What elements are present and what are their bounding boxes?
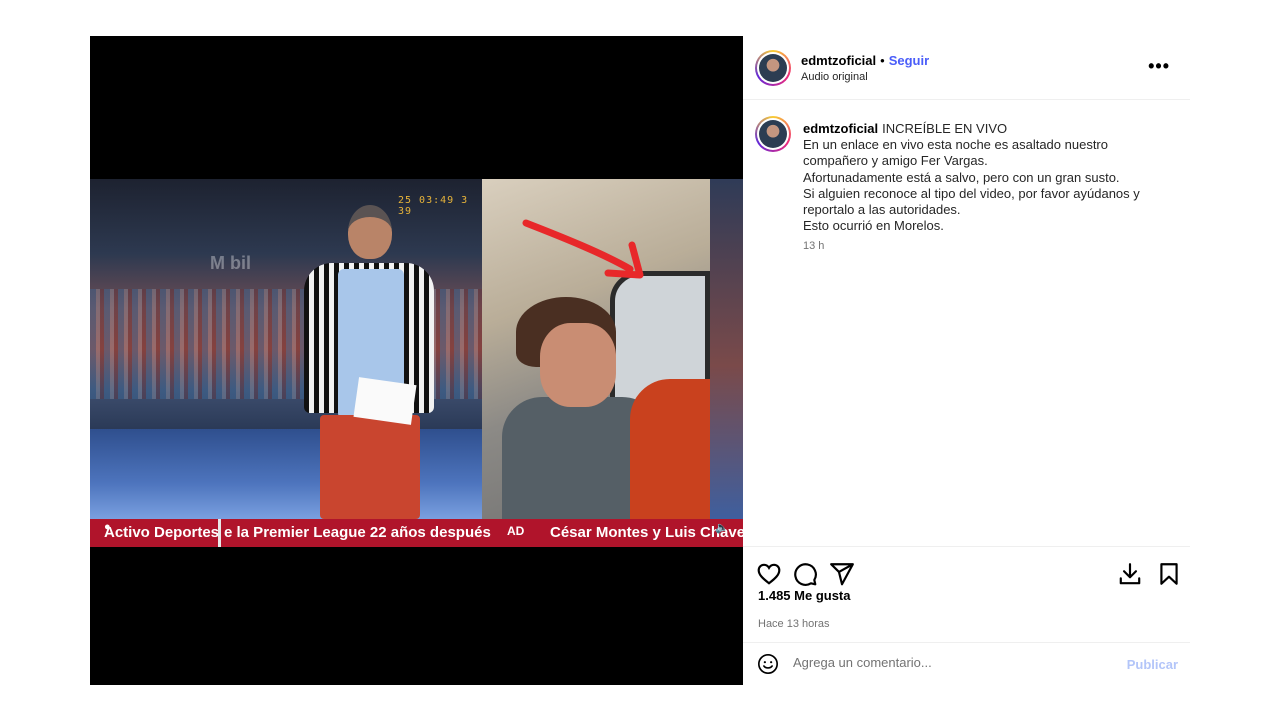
driver-figure bbox=[502, 297, 662, 519]
comment-input[interactable] bbox=[793, 655, 1113, 670]
video-frame[interactable]: 25 03:49 3 39 M bil Activo Deportes e la… bbox=[90, 179, 743, 547]
ticker-segment-2: e la Premier League 22 años después bbox=[224, 524, 491, 541]
presenter-head bbox=[348, 205, 392, 259]
studio-scene: 25 03:49 3 39 M bil bbox=[90, 179, 482, 519]
author-username[interactable]: edmtzoficial bbox=[801, 53, 876, 68]
ticker-segment-1: Activo Deportes bbox=[104, 524, 220, 541]
caption-line-3: Afortunadamente está a salvo, pero con u… bbox=[803, 169, 1120, 185]
driver-face bbox=[540, 323, 616, 407]
presenter-paper bbox=[353, 377, 417, 425]
caption-line-4: Si alguien reconoce al tipo del video, p… bbox=[803, 185, 1140, 218]
tagged-people-icon[interactable]: ● bbox=[104, 521, 111, 533]
post-time[interactable]: Hace 13 horas bbox=[758, 618, 830, 630]
news-ticker: Activo Deportes e la Premier League 22 a… bbox=[90, 519, 743, 547]
caption-avatar[interactable] bbox=[755, 116, 791, 152]
post-header: edmtzoficial • Seguir Audio original ••• bbox=[743, 36, 1190, 100]
comment-bar: Publicar bbox=[743, 642, 1190, 685]
arena-brand: M bil bbox=[210, 253, 251, 273]
post-caption: edmtzoficial INCREÍBLE EN VIVO En un enla… bbox=[803, 121, 1175, 234]
post-sidebar: edmtzoficial • Seguir Audio original ••• e… bbox=[743, 36, 1190, 685]
adjacent-scene bbox=[710, 179, 743, 519]
save-bookmark-icon[interactable] bbox=[1156, 561, 1182, 587]
author-avatar[interactable] bbox=[755, 50, 791, 86]
audio-toggle-icon[interactable]: 🔈 bbox=[715, 521, 729, 534]
ticker-logo: AD bbox=[507, 524, 525, 538]
more-options-icon[interactable]: ••• bbox=[1148, 56, 1170, 77]
download-icon[interactable] bbox=[1117, 561, 1143, 587]
comment-bubble-icon[interactable] bbox=[792, 561, 818, 587]
ticker-segment-3: César Montes y Luis Chave bbox=[550, 524, 743, 541]
caption-line-2: En un enlace en vivo esta noche es asalt… bbox=[803, 137, 1108, 169]
share-send-icon[interactable] bbox=[829, 561, 855, 587]
caption-line-5: Esto ocurrió en Morelos. bbox=[803, 218, 944, 234]
presenter-figure bbox=[290, 205, 440, 519]
caption-line-1: INCREÍBLE EN VIVO bbox=[882, 121, 1008, 136]
caption-username[interactable]: edmtzoficial bbox=[803, 121, 878, 136]
presenter-pants bbox=[320, 415, 420, 519]
ticker-divider bbox=[218, 519, 221, 547]
car-seat bbox=[630, 379, 710, 519]
caption-timestamp[interactable]: 13 h bbox=[803, 240, 824, 252]
like-count[interactable]: 1.485 Me gusta bbox=[758, 588, 851, 603]
publish-button[interactable]: Publicar bbox=[1127, 657, 1178, 672]
emoji-smiley-icon[interactable] bbox=[757, 653, 779, 675]
red-arrow-icon bbox=[522, 219, 644, 279]
separator-dot: • bbox=[880, 53, 885, 68]
car-scene bbox=[482, 179, 710, 519]
audio-label[interactable]: Audio original bbox=[801, 71, 868, 83]
post-media[interactable]: 25 03:49 3 39 M bil Activo Deportes e la… bbox=[90, 36, 743, 685]
follow-button[interactable]: Seguir bbox=[889, 53, 929, 68]
like-heart-icon[interactable] bbox=[756, 561, 782, 587]
